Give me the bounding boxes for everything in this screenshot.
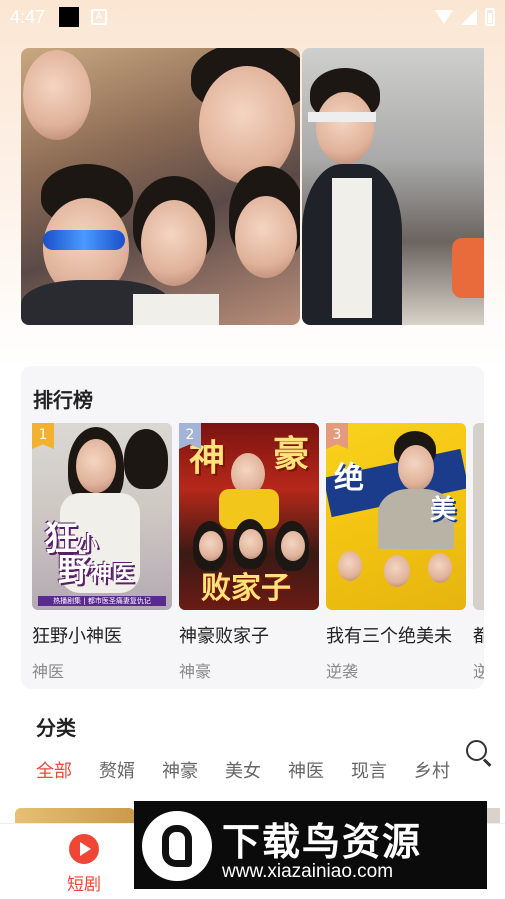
- category-tab-romance[interactable]: 现言: [351, 757, 414, 783]
- drama-title: 神豪败家子: [179, 626, 269, 647]
- drama-cover[interactable]: [473, 423, 484, 610]
- drama-cover[interactable]: 狂小 野神医 热播剧集 | 都市医圣痛妻复仇记: [32, 423, 172, 610]
- status-bar: 4:47 A: [0, 0, 505, 34]
- ranking-item[interactable]: 都 逆: [473, 423, 484, 682]
- drama-title: 我有三个绝美未: [326, 626, 452, 647]
- poster-headband: [308, 112, 376, 122]
- cover-title: 野神医: [58, 551, 135, 589]
- poster-face: [384, 555, 410, 587]
- cover-title: 豪: [273, 433, 310, 475]
- drama-cover[interactable]: 绝 美: [326, 423, 466, 610]
- cover-title: 绝: [334, 461, 364, 496]
- category-tabs: 全部 赘婿 神豪 美女 神医 现言 乡村: [36, 757, 477, 783]
- status-time: 4:47: [10, 6, 46, 27]
- watermark-url: www.xiazainiao.com: [222, 861, 394, 882]
- battery-icon: [485, 8, 495, 26]
- notification-a-icon: A: [91, 9, 108, 25]
- category-title: 分类: [36, 716, 76, 740]
- notification-square-icon: [59, 7, 80, 27]
- ranking-item[interactable]: 绝 美 3 我有三个绝美未 逆袭: [326, 423, 466, 682]
- poster-shirt: [332, 178, 372, 318]
- search-icon-handle: [482, 758, 492, 767]
- poster-glasses: [43, 230, 125, 250]
- banner-carousel[interactable]: [21, 48, 484, 325]
- cover-title: 美: [430, 495, 457, 525]
- watermark-banner: 下载鸟资源 www.xiazainiao.com: [134, 801, 487, 889]
- nav-short-drama-label: 短剧: [67, 875, 101, 895]
- bird-logo-icon: [142, 811, 212, 881]
- bird-icon: [162, 825, 192, 867]
- poster-face: [199, 66, 295, 184]
- poster-face: [235, 196, 297, 278]
- poster-face: [199, 531, 223, 561]
- poster-face: [338, 551, 362, 581]
- category-tab-all[interactable]: 全部: [36, 757, 99, 783]
- ranking-section: 排行榜 狂小 野神医 热播剧集 | 都市医圣痛妻复仇记 1 狂野小神医 神医 神…: [21, 366, 484, 689]
- ranking-item[interactable]: 神 豪 败家子 2 神豪败家子 神豪: [179, 423, 319, 682]
- play-icon: [69, 834, 99, 864]
- drama-title: 都: [473, 626, 484, 647]
- banner-slide-next[interactable]: [302, 48, 484, 325]
- poster-shirt: [133, 294, 219, 325]
- drama-tag: 逆: [473, 662, 484, 681]
- category-tab-doctor[interactable]: 神医: [288, 757, 351, 783]
- poster-face: [23, 50, 91, 140]
- drama-title: 狂野小神医: [32, 626, 122, 647]
- poster-face: [76, 439, 116, 493]
- poster-face: [316, 92, 374, 164]
- cover-subtitle: 热播剧集 | 都市医圣痛妻复仇记: [38, 596, 166, 606]
- poster-face: [141, 200, 207, 286]
- drama-tag: 神医: [32, 662, 65, 681]
- category-tab-beauty[interactable]: 美女: [225, 757, 288, 783]
- drama-cover[interactable]: 神 豪 败家子: [179, 423, 319, 610]
- poster-face: [398, 445, 434, 491]
- poster-hair: [124, 429, 168, 489]
- category-tab-son-in-law[interactable]: 赘婿: [99, 757, 162, 783]
- ranking-title: 排行榜: [33, 388, 93, 412]
- nav-short-drama[interactable]: 短剧: [54, 834, 114, 895]
- category-tab-tycoon[interactable]: 神豪: [162, 757, 225, 783]
- wifi-icon: [435, 10, 453, 24]
- drama-tag: 逆袭: [326, 662, 359, 681]
- watermark-title: 下载鸟资源: [222, 820, 423, 864]
- drama-tag: 神豪: [179, 662, 212, 681]
- cover-title: 败家子: [201, 571, 291, 606]
- ranking-item[interactable]: 狂小 野神医 热播剧集 | 都市医圣痛妻复仇记 1 狂野小神医 神医: [32, 423, 172, 682]
- poster-face: [428, 553, 452, 583]
- poster-accent: [452, 238, 484, 298]
- poster-face: [281, 531, 305, 561]
- cell-signal-icon: [461, 9, 477, 25]
- poster-face: [239, 529, 263, 559]
- search-button[interactable]: [464, 738, 494, 768]
- banner-slide-main[interactable]: [21, 48, 300, 325]
